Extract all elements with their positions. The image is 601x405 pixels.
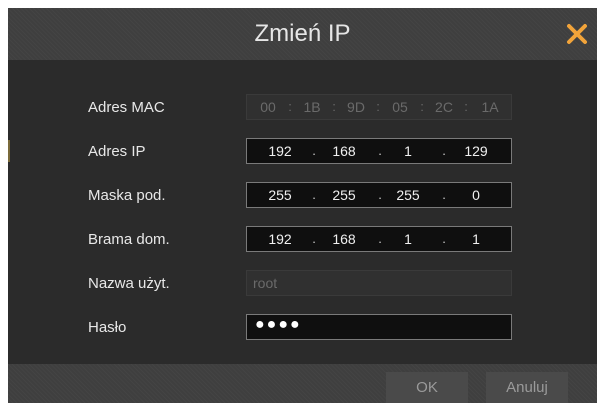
mac-octet: 1A [481,99,499,115]
gateway-label: Brama dom. [88,231,170,248]
gateway-octet-2[interactable]: 168 [327,231,361,247]
mask-label: Maska pod. [88,187,166,204]
gateway-dot: . [442,231,446,246]
gateway-octet-4[interactable]: 1 [459,231,493,247]
mac-octet: 9D [347,99,365,115]
password-value: ●●●● [255,316,302,333]
mac-separator: : [420,99,424,114]
username-label: Nazwa użyt. [88,275,170,292]
side-focus-marker [8,140,10,162]
close-icon[interactable] [563,20,591,48]
mac-octet: 00 [260,99,276,115]
gateway-octet-1[interactable]: 192 [263,231,297,247]
ip-address-field[interactable]: 192 . 168 . 1 . 129 [246,138,512,164]
ip-octet-1[interactable]: 192 [263,143,297,159]
mac-octet: 2C [435,99,453,115]
ip-octet-3[interactable]: 1 [391,143,425,159]
password-field[interactable]: ●●●● [246,314,512,340]
mac-octet: 1B [303,99,321,115]
ip-octet-2[interactable]: 168 [327,143,361,159]
username-value: root [253,275,278,291]
mac-separator: : [288,99,292,114]
mac-separator: : [464,99,468,114]
ip-dot: . [378,143,382,158]
mac-separator: : [332,99,336,114]
dialog-footer: OK Anuluj [8,364,597,403]
mac-label: Adres MAC [88,99,165,116]
dialog-titlebar: Zmień IP [8,8,597,60]
ip-dot: . [442,143,446,158]
dialog-title: Zmień IP [254,20,351,47]
gateway-dot: . [312,231,316,246]
gateway-dot: . [378,231,382,246]
ip-octet-4[interactable]: 129 [459,143,493,159]
mac-separator: : [376,99,380,114]
password-label: Hasło [88,319,127,336]
mac-address-field: 00 : 1B : 9D : 05 : 2C : 1A [246,94,512,120]
mask-octet-4[interactable]: 0 [459,187,493,203]
mask-dot: . [312,187,316,202]
mask-octet-1[interactable]: 255 [263,187,297,203]
mask-dot: . [442,187,446,202]
mask-dot: . [378,187,382,202]
subnet-mask-field[interactable]: 255 . 255 . 255 . 0 [246,182,512,208]
ok-button[interactable]: OK [386,372,468,403]
mac-octet: 05 [392,99,408,115]
change-ip-dialog: Zmień IP Adres MAC 00 : 1B : 9D : 05 : 2… [8,8,597,403]
ip-label: Adres IP [88,143,146,160]
cancel-button[interactable]: Anuluj [486,372,568,403]
gateway-field[interactable]: 192 . 168 . 1 . 1 [246,226,512,252]
gateway-octet-3[interactable]: 1 [391,231,425,247]
username-field: root [246,270,512,296]
mask-octet-2[interactable]: 255 [327,187,361,203]
ip-dot: . [312,143,316,158]
mask-octet-3[interactable]: 255 [391,187,425,203]
